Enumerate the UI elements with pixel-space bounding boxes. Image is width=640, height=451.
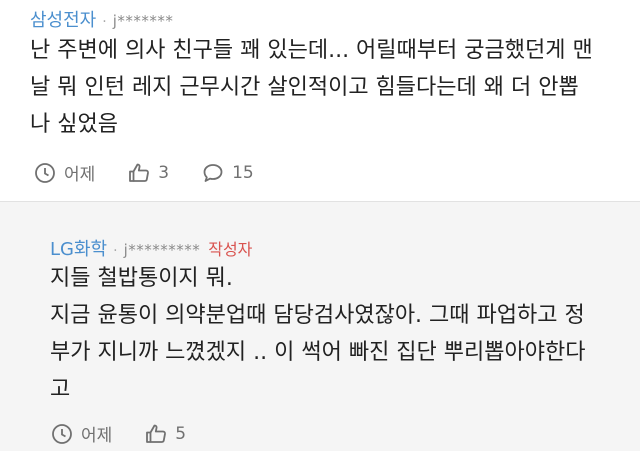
comment-time: 어제 <box>33 160 95 185</box>
reply-line: 지금 윤통이 의약분업때 담당검사였잖아. 그때 파업하고 정 <box>50 303 585 328</box>
comment-meta: 삼성전자 · j******* <box>30 6 173 32</box>
thumbs-up-icon <box>146 424 167 443</box>
reply-body: 지들 철밥통이지 뭐. 지금 윤통이 의약분업때 담당검사였잖아. 그때 파업하… <box>50 260 585 408</box>
comment-actions: 어제 3 15 <box>33 160 286 185</box>
reply-author[interactable]: LG화학 <box>50 235 107 261</box>
like-button[interactable]: 5 <box>144 422 186 446</box>
reply-user-id: j********* <box>123 241 201 259</box>
comment-card: 삼성전자 · j******* 난 주변에 의사 친구들 꽤 있는데... 어릴… <box>0 0 640 200</box>
comment-icon <box>203 163 223 182</box>
reply-card: LG화학 · j********* 작성자 지들 철밥통이지 뭐. 지금 윤통이… <box>0 201 640 451</box>
reply-line: 고 <box>50 377 71 402</box>
reply-button[interactable]: 15 <box>201 161 254 185</box>
reply-line: 지들 철밥통이지 뭐. <box>50 266 233 291</box>
reply-line: 부가 지니까 느꼈겠지 .. 이 썩어 빠진 집단 뿌리뽑아야한다 <box>50 340 586 365</box>
comment-line: 날 뭐 인턴 레지 근무시간 살인적이고 힘들다는데 왜 더 안뽑 <box>30 75 579 100</box>
like-count: 5 <box>175 423 187 444</box>
author-badge: 작성자 <box>208 240 253 259</box>
thumbs-up-icon <box>129 163 150 182</box>
reply-time: 어제 <box>50 421 112 446</box>
reply-actions: 어제 5 <box>50 421 218 446</box>
comment-line: 난 주변에 의사 친구들 꽤 있는데... 어릴때부터 궁금했던게 맨 <box>30 38 593 63</box>
like-button[interactable]: 3 <box>127 161 169 185</box>
meta-separator: · <box>113 243 118 259</box>
like-count: 3 <box>158 162 170 183</box>
reply-time-label: 어제 <box>81 426 113 446</box>
comment-line: 나 싶었음 <box>30 112 118 137</box>
comment-user-id: j******* <box>112 12 174 30</box>
meta-separator: · <box>102 14 107 30</box>
reply-meta: LG화학 · j********* 작성자 <box>50 235 252 261</box>
comment-time-label: 어제 <box>64 165 96 185</box>
reply-count: 15 <box>232 162 254 183</box>
comment-author[interactable]: 삼성전자 <box>30 6 96 32</box>
clock-icon <box>35 162 55 183</box>
comment-body: 난 주변에 의사 친구들 꽤 있는데... 어릴때부터 궁금했던게 맨 날 뭐 … <box>30 32 593 143</box>
clock-icon <box>52 423 72 444</box>
